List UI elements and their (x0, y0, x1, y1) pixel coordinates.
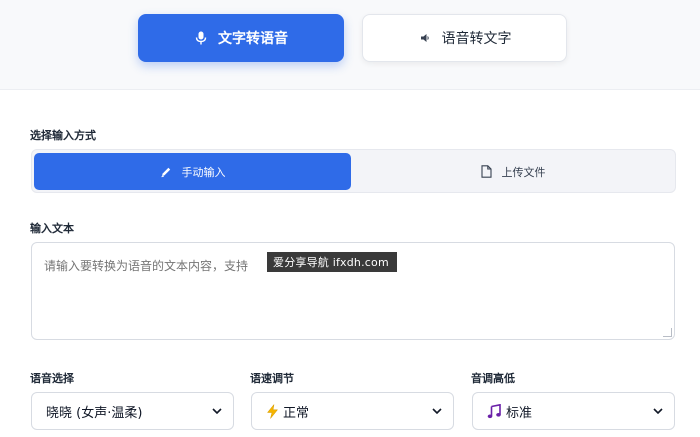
pitch-select-label: 音调高低 (471, 372, 515, 385)
input-method-label: 选择输入方式 (30, 129, 96, 142)
voice-select-value: 晓晓 (女声·温柔) (46, 405, 143, 421)
upload-file-button[interactable]: 上传文件 (353, 153, 673, 190)
pitch-select-value: 标准 (506, 405, 533, 421)
voice-select-label: 语音选择 (30, 372, 74, 385)
chevron-down-icon (211, 405, 223, 417)
speed-select[interactable]: 正常 (251, 392, 454, 430)
tab-speech-to-text-label: 语音转文字 (441, 31, 512, 47)
text-input-label: 输入文本 (30, 222, 74, 235)
manual-input-label: 手动输入 (181, 165, 226, 179)
chevron-down-icon (652, 405, 664, 417)
tab-text-to-speech-label: 文字转语音 (218, 31, 288, 47)
upload-file-label: 上传文件 (501, 165, 546, 179)
music-note-icon (487, 403, 502, 419)
speed-select-label: 语速调节 (250, 372, 294, 385)
speaker-icon (418, 31, 432, 45)
input-method-segmented-control: 手动输入 上传文件 (31, 149, 676, 193)
pitch-select[interactable]: 标准 (472, 392, 675, 430)
mode-tab-bar (0, 0, 700, 90)
file-icon (480, 165, 492, 178)
lightning-icon (266, 403, 279, 419)
microphone-icon (194, 31, 208, 45)
watermark: 爱分享导航 ifxdh.com (267, 252, 397, 272)
pencil-icon (160, 166, 172, 178)
tab-speech-to-text[interactable]: 语音转文字 (362, 14, 567, 62)
tab-text-to-speech[interactable]: 文字转语音 (138, 14, 344, 62)
manual-input-button[interactable]: 手动输入 (34, 153, 351, 190)
speed-select-value: 正常 (283, 405, 310, 421)
voice-select[interactable]: 晓晓 (女声·温柔) (31, 392, 234, 430)
textarea-resize-handle[interactable] (663, 328, 672, 337)
chevron-down-icon (431, 405, 443, 417)
